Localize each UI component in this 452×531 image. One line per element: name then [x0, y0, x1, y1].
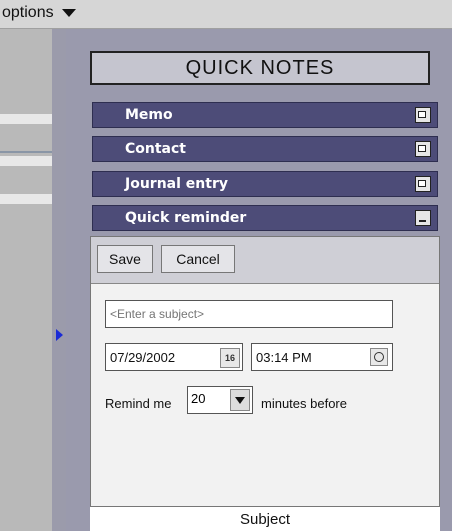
quick-notes-panel: QUICK NOTES Memo Contact Journal entry Q…	[66, 29, 452, 531]
form-toolbar: Save Cancel	[91, 237, 439, 284]
left-pane	[0, 29, 52, 531]
quick-reminder-form: Save Cancel 07/29/2002 16 03:14 PM Remin…	[90, 236, 440, 531]
maximize-icon[interactable]	[415, 176, 431, 192]
pane-line	[0, 151, 52, 153]
subject-input[interactable]	[105, 300, 393, 328]
clock-icon[interactable]	[370, 348, 388, 366]
time-value: 03:14 PM	[256, 349, 312, 365]
minutes-select[interactable]: 20	[187, 386, 253, 414]
date-field[interactable]: 07/29/2002 16	[105, 343, 243, 371]
maximize-icon[interactable]	[415, 107, 431, 123]
remind-suffix-label: minutes before	[261, 396, 347, 411]
pane-band	[0, 194, 52, 204]
section-memo[interactable]: Memo	[92, 102, 438, 128]
save-button[interactable]: Save	[97, 245, 153, 273]
pane-band	[0, 114, 52, 124]
minimize-icon[interactable]	[415, 210, 431, 226]
options-bar: options	[0, 0, 452, 29]
section-label: Quick reminder	[125, 210, 247, 226]
chevron-down-icon	[61, 9, 76, 17]
maximize-icon[interactable]	[415, 141, 431, 157]
subject-footer: Subject	[90, 506, 440, 531]
section-label: Memo	[125, 107, 173, 123]
section-label: Contact	[125, 141, 186, 157]
section-contact[interactable]: Contact	[92, 136, 438, 162]
splitter[interactable]	[52, 29, 66, 531]
section-journal-entry[interactable]: Journal entry	[92, 171, 438, 197]
time-field[interactable]: 03:14 PM	[251, 343, 393, 371]
remind-prefix-label: Remind me	[105, 396, 172, 411]
pane-band	[0, 156, 52, 166]
dropdown-arrow-icon[interactable]	[230, 389, 250, 411]
minutes-value: 20	[191, 391, 206, 406]
cancel-button[interactable]: Cancel	[161, 245, 235, 273]
section-label: Journal entry	[125, 176, 228, 192]
date-value: 07/29/2002	[110, 349, 176, 365]
panel-title: QUICK NOTES	[90, 51, 430, 85]
calendar-icon[interactable]: 16	[220, 348, 240, 368]
expand-arrow-icon[interactable]	[56, 329, 63, 341]
options-label: options	[2, 4, 54, 21]
section-quick-reminder[interactable]: Quick reminder	[92, 205, 438, 231]
options-menu[interactable]: options	[2, 4, 76, 22]
